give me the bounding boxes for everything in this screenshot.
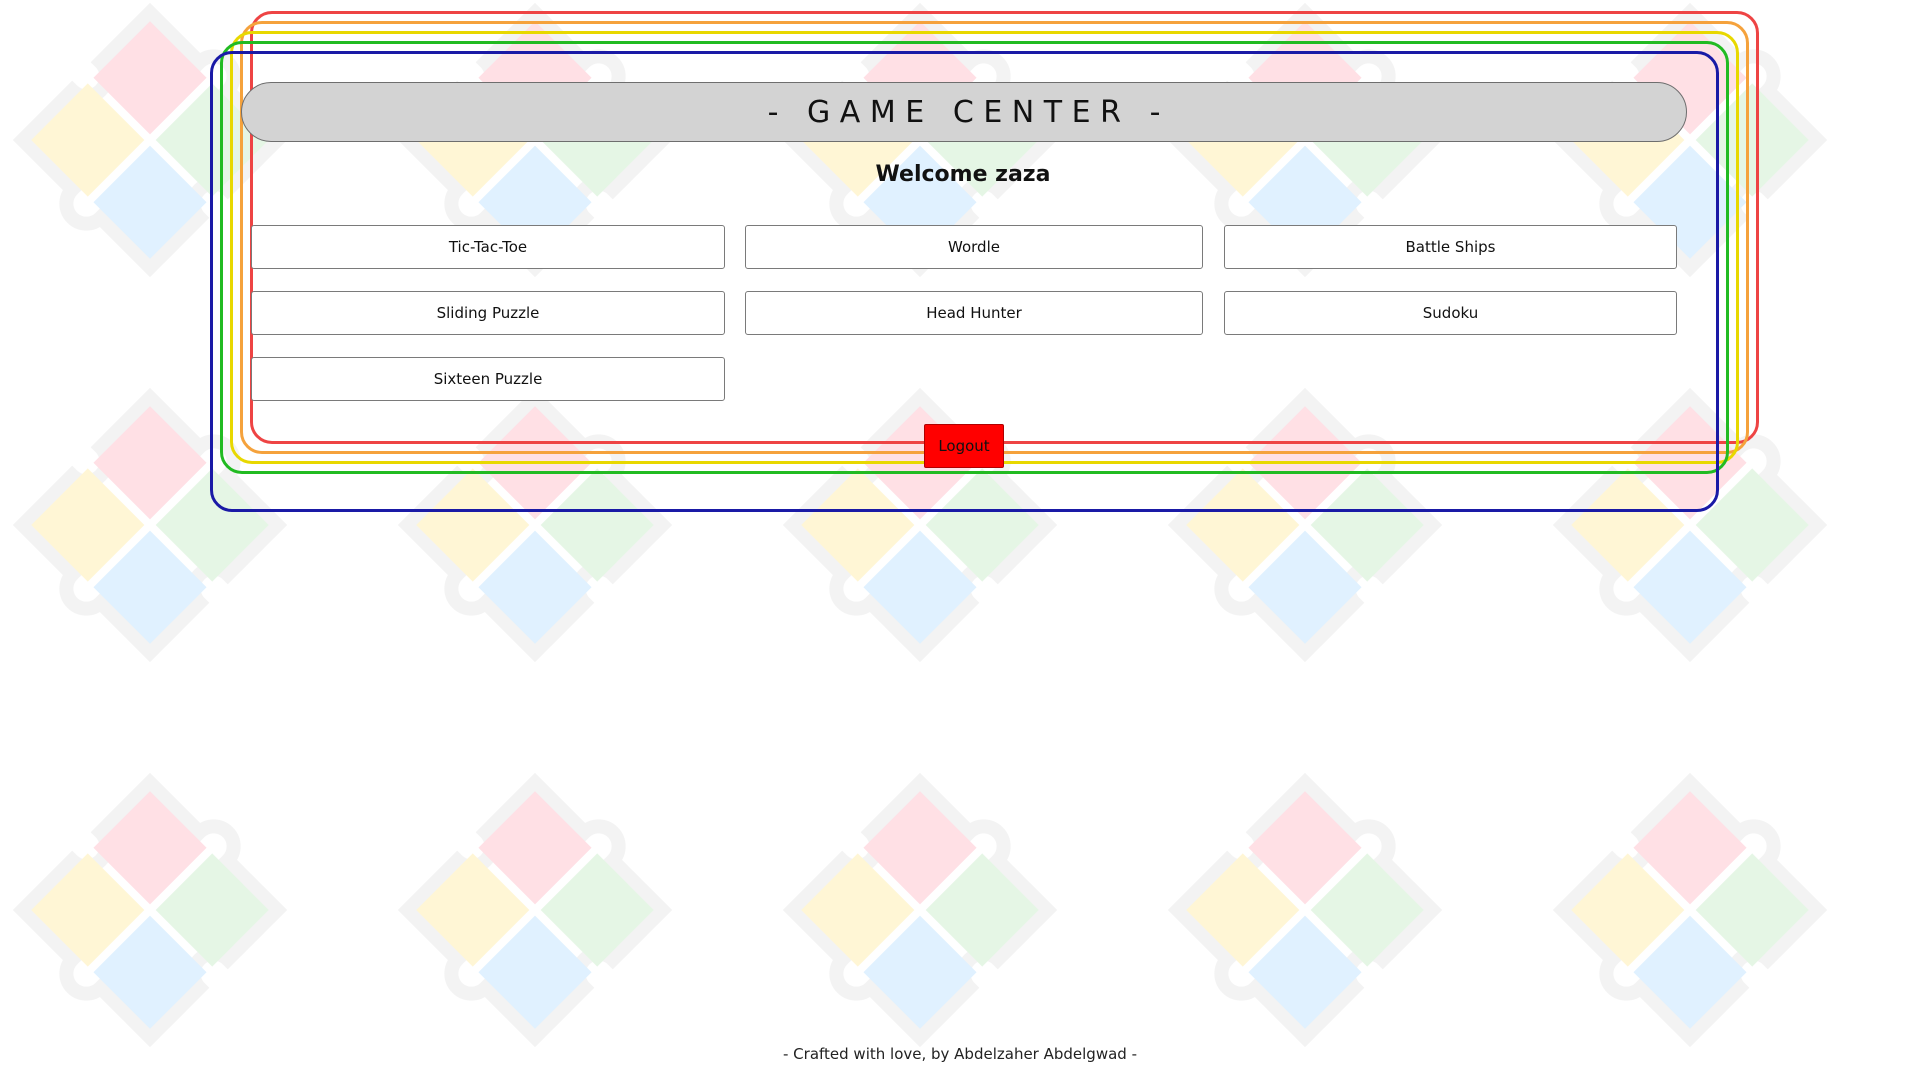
game-button-sudoku[interactable]: Sudoku xyxy=(1224,291,1677,335)
game-button-battle-ships[interactable]: Battle Ships xyxy=(1224,225,1677,269)
header-bar: - G A M E C E N T E R - xyxy=(241,82,1687,142)
puzzle-piece-icon xyxy=(779,769,1062,1052)
game-button-sixteen-puzzle[interactable]: Sixteen Puzzle xyxy=(251,357,725,401)
welcome-message: Welcome zaza xyxy=(875,162,1051,187)
puzzle-piece-icon xyxy=(394,769,677,1052)
puzzle-piece-icon xyxy=(9,769,292,1052)
game-button-wordle[interactable]: Wordle xyxy=(745,225,1203,269)
game-button-head-hunter[interactable]: Head Hunter xyxy=(745,291,1203,335)
game-button-sliding-puzzle[interactable]: Sliding Puzzle xyxy=(251,291,725,335)
footer-credit: - Crafted with love, by Abdelzaher Abdel… xyxy=(783,1045,1137,1063)
game-button-tic-tac-toe[interactable]: Tic-Tac-Toe xyxy=(251,225,725,269)
logout-button[interactable]: Logout xyxy=(924,424,1004,468)
game-center-panel: - G A M E C E N T E R - Welcome zaza Tic… xyxy=(213,54,1716,509)
puzzle-piece-icon xyxy=(1549,769,1832,1052)
puzzle-piece-icon xyxy=(1164,769,1447,1052)
page-title: - G A M E C E N T E R - xyxy=(767,94,1161,130)
